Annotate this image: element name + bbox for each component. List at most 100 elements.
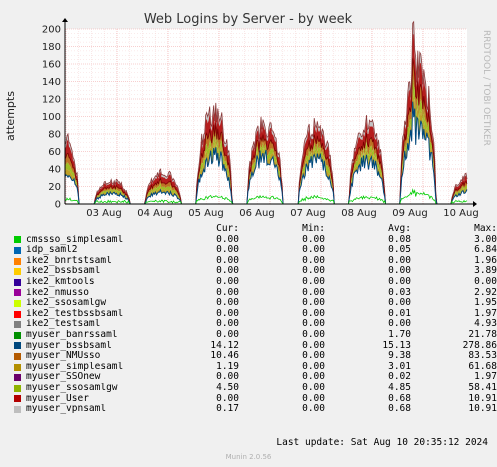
legend-row: myuser_banrssaml 0.00 0.00 1.70 21.78 [14,328,497,341]
legend-series-name: myuser_vpnsaml [26,404,107,415]
legend-avg-value: 1.70 [388,328,411,340]
legend-color-swatch [14,374,21,382]
legend-series-name: cmssso_simplesaml [26,234,124,245]
legend-color-swatch [14,310,21,318]
legend-avg-value: 0.00 [388,275,411,287]
legend-series-name: ike2_bnrtstsaml [26,255,112,266]
y-tick-label: 140 [42,77,61,88]
legend-row: ike2_nmusso 0.00 0.00 0.03 2.92 [14,287,497,299]
legend-avg-value: 4.85 [388,381,411,393]
legend-max-value: 58.41 [468,381,497,393]
legend-series-name: ike2_kmtools [26,276,95,287]
legend-row: ike2_testsaml 0.00 0.00 0.00 4.93 [14,319,497,330]
y-tick-label: 40 [48,165,61,176]
legend-min-value: 0.00 [302,328,325,340]
legend-color-swatch [14,331,21,339]
legend-series-name: myuser_User [26,393,89,404]
legend-row: myuser_simplesaml 1.19 0.00 3.01 61.68 [14,361,497,373]
legend-table: Cur: Min: Avg: Max: cmssso_simplesaml 0.0… [14,223,497,415]
x-tick-label: 03 Aug [86,208,121,219]
legend-color-swatch [14,363,21,371]
legend-row: ike2_ssosamlgw 0.00 0.00 0.00 1.95 [14,298,497,309]
legend-series-name: myuser_NMUsso [26,351,101,362]
y-tick-label: 80 [48,130,61,141]
y-tick-label: 200 [42,25,61,36]
legend-series-name: myuser_SSOnew [26,372,101,383]
x-tick-label: 07 Aug [290,208,325,219]
y-axis-arrow [62,18,68,22]
legend-row: myuser_vpnsaml 0.17 0.00 0.68 10.91 [14,403,497,415]
x-tick-label: 05 Aug [188,208,223,219]
legend-row: ike2_bssbsaml 0.00 0.00 0.00 3.89 [14,266,497,277]
x-tick-labels: 03 Aug 04 Aug 05 Aug 06 Aug 07 Aug 08 Aug 09 A… [86,208,478,219]
legend-cur-value: 0.17 [216,403,239,415]
legend-color-swatch [14,289,21,297]
legend-row: ike2_bnrtstsaml 0.00 0.00 0.00 1.96 [14,255,497,267]
legend-cur-value: 0.00 [216,328,239,340]
chart-title: Web Logins by Server - by week [144,12,353,27]
legend-row: myuser_bssbsaml 14.12 0.00 15.13 278.86 [14,340,497,352]
legend-color-swatch [14,236,21,244]
legend-series-name: myuser_simplesaml [26,361,124,372]
legend-row: idp_saml2 0.00 0.00 0.05 6.84 [14,245,497,256]
legend-max-value: 21.78 [468,328,497,340]
legend-color-swatch [14,321,21,329]
munin-version: Munin 2.0.56 [225,453,272,461]
legend-series-name: myuser_ssosamlgw [26,382,118,393]
y-tick-labels: 0 20 40 60 80 100 120 140 160 180 200 [42,25,61,211]
legend-row: ike2_kmtools 0.00 0.00 0.00 0.00 [14,275,497,288]
legend-color-swatch [14,299,21,307]
legend-row: ike2_testbssbsaml 0.00 0.00 0.01 1.97 [14,308,497,320]
legend-color-swatch [14,352,21,360]
legend-header: Cur: Min: Avg: Max: [14,223,497,235]
y-tick-label: 180 [42,42,61,53]
x-tick-label: 10 Aug [443,208,478,219]
legend-series-name: ike2_nmusso [26,287,89,298]
legend-max-value: 0.00 [474,275,497,287]
legend-series-name: ike2_testbssbsaml [26,308,124,319]
chart-area: Web Logins by Server - by week attempts … [4,12,491,219]
legend-color-swatch [14,268,21,276]
legend-color-swatch [14,278,21,286]
legend-header-max: Max: [474,223,497,234]
legend-header-min: Min: [302,223,325,234]
legend-row: myuser_SSOnew 0.00 0.00 0.02 1.97 [14,372,497,383]
y-tick-label: 0 [55,200,61,211]
y-axis-label: attempts [4,91,17,141]
y-tick-label: 160 [42,60,61,71]
legend-min-value: 0.00 [302,381,325,393]
legend-color-swatch [14,342,21,350]
rrdtool-credit: RRDTOOL / TOBI OETIKER [481,30,491,146]
legend-color-swatch [14,384,21,392]
last-update: Last update: Sat Aug 10 20:35:12 2024 [276,437,488,448]
legend-min-value: 0.00 [302,275,325,287]
legend-series-name: ike2_testsaml [26,319,101,330]
legend-max-value: 10.91 [468,403,497,415]
legend-series-name: myuser_banrssaml [26,329,118,340]
legend-color-swatch [14,395,21,403]
legend-cur-value: 4.50 [216,381,239,393]
legend-header-cur: Cur: [216,223,239,234]
x-tick-label: 06 Aug [239,208,274,219]
legend-row: myuser_NMUsso 10.46 0.00 9.38 83.53 [14,351,497,362]
x-tick-label: 08 Aug [341,208,376,219]
legend-series-name: ike2_ssosamlgw [26,298,107,309]
legend-header-avg: Avg: [388,223,411,234]
y-tick-label: 100 [42,112,61,123]
legend-min-value: 0.00 [302,403,325,415]
y-tick-label: 20 [48,182,61,193]
x-tick-label: 04 Aug [137,208,172,219]
legend-color-swatch [14,246,21,254]
legend-row: myuser_ssosamlgw 4.50 0.00 4.85 58.41 [14,381,497,394]
legend-avg-value: 0.68 [388,403,411,415]
legend-series-name: ike2_bssbsaml [26,266,101,277]
legend-row: cmssso_simplesaml 0.00 0.00 0.08 3.00 [14,234,497,246]
x-axis-arrow [473,201,477,207]
x-tick-label: 09 Aug [392,208,427,219]
legend-color-swatch [14,405,21,413]
y-tick-label: 120 [42,95,61,106]
y-tick-label: 60 [48,147,61,158]
legend-row: myuser_User 0.00 0.00 0.68 10.91 [14,393,497,405]
legend-series-name: idp_saml2 [26,245,78,256]
legend-cur-value: 0.00 [216,275,239,287]
